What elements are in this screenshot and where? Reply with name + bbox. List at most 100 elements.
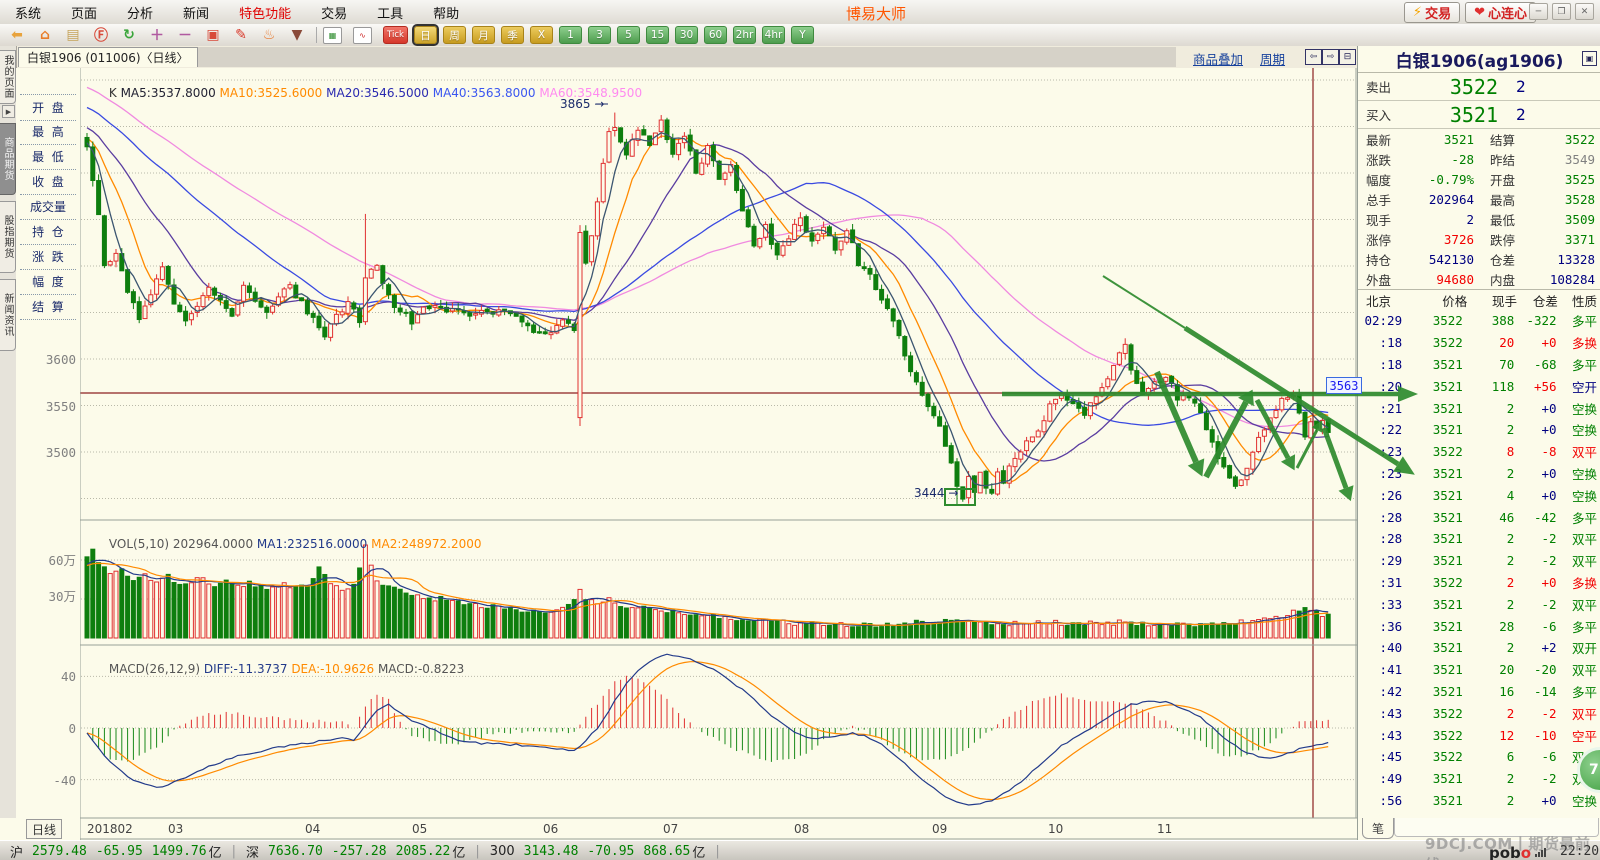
tick-row[interactable]: :28352146-42多平	[1358, 506, 1600, 528]
tick-row[interactable]: :2935212-2双平	[1358, 550, 1600, 572]
filter-icon[interactable]: ▼	[286, 26, 308, 44]
tick-row[interactable]: :2635214+0空换	[1358, 484, 1600, 506]
quote-value: 3549	[1532, 152, 1600, 167]
tick-row[interactable]: :18352170-68多平	[1358, 354, 1600, 376]
refresh-icon[interactable]: ↻	[118, 26, 140, 44]
trade-button[interactable]: ⚡交易	[1404, 2, 1460, 23]
tick-time: :31	[1358, 575, 1402, 590]
tick-row[interactable]: :3335212-2双平	[1358, 593, 1600, 615]
maximize-panel-icon[interactable]: ▣	[1582, 51, 1597, 66]
sidebar-tab-我的页面[interactable]: 我的页面	[0, 50, 16, 104]
index-label: 深	[246, 842, 259, 860]
tick-row[interactable]: :18352220+0多换	[1358, 332, 1600, 354]
tick-row[interactable]: :4335222-2双平	[1358, 702, 1600, 724]
zoom-out-icon[interactable]: －	[174, 26, 196, 44]
period-tick-button[interactable]: Tick	[383, 26, 408, 44]
menu-交易[interactable]: 交易	[306, 3, 362, 22]
tab-expand-arrow[interactable]: ▶	[2, 105, 15, 118]
kline-icon[interactable]: ∿	[353, 27, 372, 44]
sidebar-tab-股指期货[interactable]: 股指期货	[0, 201, 16, 273]
overlay-icon[interactable]: ▣	[202, 26, 224, 44]
period-2hr-button[interactable]: 2hr	[733, 26, 756, 44]
period-3-button[interactable]: 3	[588, 26, 611, 44]
quote-label: 涨跌	[1358, 150, 1408, 169]
quote-table-icon[interactable]: ▦	[323, 27, 342, 44]
tick-row[interactable]: :2235212+0空换	[1358, 419, 1600, 441]
period-1-button[interactable]: 1	[559, 26, 582, 44]
menu-分析[interactable]: 分析	[112, 3, 168, 22]
next-page-icon[interactable]: ⇨	[1322, 49, 1339, 65]
chart-area[interactable]: 201802030405060708091011 K MA5:3537.8000…	[80, 68, 1358, 840]
tick-price: 3521	[1402, 466, 1463, 481]
minimize-button[interactable]: ─	[1529, 3, 1548, 20]
period-4hr-button[interactable]: 4hr	[762, 26, 785, 44]
overlay-commodity-link[interactable]: 商品叠加	[1193, 49, 1243, 68]
menu-新闻[interactable]: 新闻	[168, 3, 224, 22]
heart-link-button[interactable]: ❤心连心	[1465, 2, 1536, 23]
back-icon[interactable]: ⬅	[6, 26, 28, 44]
ask-qty: 2	[1498, 77, 1576, 96]
menu-工具[interactable]: 工具	[362, 3, 418, 22]
period-link[interactable]: 周期	[1260, 49, 1285, 68]
tick-row[interactable]: :41352120-20双平	[1358, 659, 1600, 681]
tick-oi-change: -14	[1514, 684, 1556, 699]
period-周-button[interactable]: 周	[443, 26, 466, 44]
tick-row[interactable]: :42352116-14多平	[1358, 681, 1600, 703]
fw-icon[interactable]: Ⓕ	[90, 26, 112, 44]
tick-row[interactable]: :36352128-6多平	[1358, 615, 1600, 637]
tick-row[interactable]: :5635212+0空换	[1358, 790, 1600, 812]
tick-row[interactable]: :203521118+56空开	[1358, 375, 1600, 397]
tick-row[interactable]: :2335212+0空换	[1358, 463, 1600, 485]
tick-row[interactable]: :2335228-8双平	[1358, 441, 1600, 463]
tick-row[interactable]: :4035212+2双开	[1358, 637, 1600, 659]
tab-bi[interactable]: 笔	[1362, 818, 1394, 839]
tick-nature: 多平	[1557, 355, 1600, 374]
bid-row[interactable]: 买入35212	[1358, 101, 1600, 129]
close-button[interactable]: ✕	[1575, 3, 1594, 20]
sidebar-tab-新闻资讯[interactable]: 新闻资讯	[0, 279, 16, 351]
flame-icon[interactable]: ♨	[258, 26, 280, 44]
period-30-button[interactable]: 30	[675, 26, 698, 44]
period-日-button[interactable]: 日	[414, 26, 437, 44]
period-15-button[interactable]: 15	[646, 26, 669, 44]
period-label-box[interactable]: 日线	[26, 819, 62, 839]
tick-row[interactable]: :4935212-2双平	[1358, 768, 1600, 790]
kline-chart[interactable]: 201802030405060708091011	[80, 68, 1358, 840]
tick-row[interactable]: :2835212-2双平	[1358, 528, 1600, 550]
menu-特色功能[interactable]: 特色功能	[224, 3, 306, 22]
menu-页面[interactable]: 页面	[56, 3, 112, 22]
period-X-button[interactable]: X	[530, 26, 553, 44]
tick-price: 3522	[1402, 335, 1463, 350]
quote-value: 3726	[1408, 232, 1474, 247]
notes-icon[interactable]: ▤	[62, 26, 84, 44]
period-Y-button[interactable]: Y	[791, 26, 814, 44]
tick-row[interactable]: :3135222+0多换	[1358, 572, 1600, 594]
prev-page-icon[interactable]: ⇦	[1305, 49, 1322, 65]
tick-time: :43	[1358, 706, 1402, 721]
home-icon[interactable]: ⌂	[34, 26, 56, 44]
tick-row[interactable]: :4535226-6双平	[1358, 746, 1600, 768]
menu-帮助[interactable]: 帮助	[418, 3, 474, 22]
tick-oi-change: -68	[1514, 357, 1556, 372]
quote-label: 最高	[1474, 190, 1532, 209]
period-5-button[interactable]: 5	[617, 26, 640, 44]
period-60-button[interactable]: 60	[704, 26, 727, 44]
maximize-button[interactable]: ❐	[1552, 3, 1571, 20]
split-view-icon[interactable]: ⊟	[1339, 49, 1356, 65]
sidebar-tab-商品期货[interactable]: 商品期货	[0, 123, 16, 195]
tick-oi-change: -6	[1514, 749, 1556, 764]
tick-row[interactable]: :2135212+0空换	[1358, 397, 1600, 419]
draw-icon[interactable]: ✎	[230, 26, 252, 44]
zoom-in-icon[interactable]: ＋	[146, 26, 168, 44]
period-季-button[interactable]: 季	[501, 26, 524, 44]
menu-系统[interactable]: 系统	[0, 3, 56, 22]
quote-label: 总手	[1358, 190, 1408, 209]
ask-row[interactable]: 卖出35222	[1358, 73, 1600, 101]
bid-price: 3521	[1410, 103, 1498, 127]
tick-header: 北京价格现手仓差性质	[1358, 289, 1600, 310]
tick-row[interactable]: 02:293522388-322多平	[1358, 310, 1600, 332]
active-chart-tab[interactable]: 白银1906 (011006)〈日线〉	[18, 47, 198, 67]
period-月-button[interactable]: 月	[472, 26, 495, 44]
tick-row[interactable]: :43352212-10空平	[1358, 724, 1600, 746]
tick-list[interactable]: 02:293522388-322多平:18352220+0多换:18352170…	[1358, 310, 1600, 811]
